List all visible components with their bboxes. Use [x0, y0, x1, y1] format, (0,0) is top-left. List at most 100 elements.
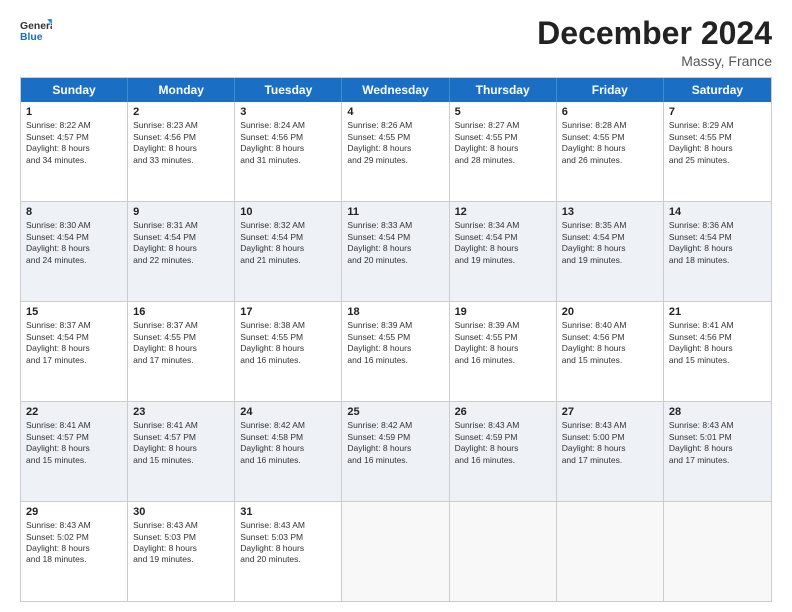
day-number: 29	[26, 506, 122, 518]
day-cell-28: 28 Sunrise: 8:43 AMSunset: 5:01 PMDaylig…	[664, 402, 771, 501]
day-number: 30	[133, 506, 229, 518]
cell-details: Sunrise: 8:40 AMSunset: 4:56 PMDaylight:…	[562, 320, 627, 364]
cell-details: Sunrise: 8:24 AMSunset: 4:56 PMDaylight:…	[240, 120, 305, 164]
day-cell-5: 5 Sunrise: 8:27 AMSunset: 4:55 PMDayligh…	[450, 102, 557, 201]
empty-cell	[557, 502, 664, 601]
day-cell-30: 30 Sunrise: 8:43 AMSunset: 5:03 PMDaylig…	[128, 502, 235, 601]
day-cell-12: 12 Sunrise: 8:34 AMSunset: 4:54 PMDaylig…	[450, 202, 557, 301]
day-cell-4: 4 Sunrise: 8:26 AMSunset: 4:55 PMDayligh…	[342, 102, 449, 201]
cell-details: Sunrise: 8:23 AMSunset: 4:56 PMDaylight:…	[133, 120, 198, 164]
day-cell-1: 1 Sunrise: 8:22 AMSunset: 4:57 PMDayligh…	[21, 102, 128, 201]
svg-text:General: General	[20, 21, 52, 32]
header-saturday: Saturday	[664, 78, 771, 102]
month-title: December 2024	[537, 16, 772, 51]
cell-details: Sunrise: 8:41 AMSunset: 4:56 PMDaylight:…	[669, 320, 734, 364]
day-cell-18: 18 Sunrise: 8:39 AMSunset: 4:55 PMDaylig…	[342, 302, 449, 401]
cell-details: Sunrise: 8:37 AMSunset: 4:54 PMDaylight:…	[26, 320, 91, 364]
day-cell-21: 21 Sunrise: 8:41 AMSunset: 4:56 PMDaylig…	[664, 302, 771, 401]
logo: General Blue	[20, 16, 52, 48]
day-number: 14	[669, 206, 766, 218]
day-cell-3: 3 Sunrise: 8:24 AMSunset: 4:56 PMDayligh…	[235, 102, 342, 201]
week-row-3: 15 Sunrise: 8:37 AMSunset: 4:54 PMDaylig…	[21, 302, 771, 402]
day-number: 21	[669, 306, 766, 318]
day-number: 17	[240, 306, 336, 318]
day-cell-31: 31 Sunrise: 8:43 AMSunset: 5:03 PMDaylig…	[235, 502, 342, 601]
week-row-1: 1 Sunrise: 8:22 AMSunset: 4:57 PMDayligh…	[21, 102, 771, 202]
cell-details: Sunrise: 8:26 AMSunset: 4:55 PMDaylight:…	[347, 120, 412, 164]
day-cell-22: 22 Sunrise: 8:41 AMSunset: 4:57 PMDaylig…	[21, 402, 128, 501]
day-cell-7: 7 Sunrise: 8:29 AMSunset: 4:55 PMDayligh…	[664, 102, 771, 201]
day-number: 20	[562, 306, 658, 318]
day-number: 12	[455, 206, 551, 218]
logo-icon: General Blue	[20, 16, 52, 48]
cell-details: Sunrise: 8:43 AMSunset: 5:01 PMDaylight:…	[669, 420, 734, 464]
empty-cell	[664, 502, 771, 601]
day-number: 1	[26, 106, 122, 118]
header-friday: Friday	[557, 78, 664, 102]
day-number: 11	[347, 206, 443, 218]
day-cell-19: 19 Sunrise: 8:39 AMSunset: 4:55 PMDaylig…	[450, 302, 557, 401]
day-cell-8: 8 Sunrise: 8:30 AMSunset: 4:54 PMDayligh…	[21, 202, 128, 301]
cell-details: Sunrise: 8:39 AMSunset: 4:55 PMDaylight:…	[455, 320, 520, 364]
day-number: 9	[133, 206, 229, 218]
cell-details: Sunrise: 8:43 AMSunset: 5:00 PMDaylight:…	[562, 420, 627, 464]
cell-details: Sunrise: 8:42 AMSunset: 4:58 PMDaylight:…	[240, 420, 305, 464]
cell-details: Sunrise: 8:42 AMSunset: 4:59 PMDaylight:…	[347, 420, 412, 464]
cell-details: Sunrise: 8:41 AMSunset: 4:57 PMDaylight:…	[26, 420, 91, 464]
week-row-4: 22 Sunrise: 8:41 AMSunset: 4:57 PMDaylig…	[21, 402, 771, 502]
day-number: 26	[455, 406, 551, 418]
day-number: 5	[455, 106, 551, 118]
empty-cell	[342, 502, 449, 601]
day-number: 2	[133, 106, 229, 118]
cell-details: Sunrise: 8:38 AMSunset: 4:55 PMDaylight:…	[240, 320, 305, 364]
location: Massy, France	[537, 53, 772, 69]
day-cell-24: 24 Sunrise: 8:42 AMSunset: 4:58 PMDaylig…	[235, 402, 342, 501]
week-row-2: 8 Sunrise: 8:30 AMSunset: 4:54 PMDayligh…	[21, 202, 771, 302]
cell-details: Sunrise: 8:33 AMSunset: 4:54 PMDaylight:…	[347, 220, 412, 264]
cell-details: Sunrise: 8:41 AMSunset: 4:57 PMDaylight:…	[133, 420, 198, 464]
cell-details: Sunrise: 8:29 AMSunset: 4:55 PMDaylight:…	[669, 120, 734, 164]
calendar: Sunday Monday Tuesday Wednesday Thursday…	[20, 77, 772, 602]
cell-details: Sunrise: 8:22 AMSunset: 4:57 PMDaylight:…	[26, 120, 91, 164]
header-monday: Monday	[128, 78, 235, 102]
day-number: 23	[133, 406, 229, 418]
day-cell-27: 27 Sunrise: 8:43 AMSunset: 5:00 PMDaylig…	[557, 402, 664, 501]
day-cell-2: 2 Sunrise: 8:23 AMSunset: 4:56 PMDayligh…	[128, 102, 235, 201]
day-number: 24	[240, 406, 336, 418]
cell-details: Sunrise: 8:27 AMSunset: 4:55 PMDaylight:…	[455, 120, 520, 164]
day-number: 25	[347, 406, 443, 418]
day-number: 8	[26, 206, 122, 218]
day-cell-13: 13 Sunrise: 8:35 AMSunset: 4:54 PMDaylig…	[557, 202, 664, 301]
day-cell-6: 6 Sunrise: 8:28 AMSunset: 4:55 PMDayligh…	[557, 102, 664, 201]
day-number: 28	[669, 406, 766, 418]
cell-details: Sunrise: 8:30 AMSunset: 4:54 PMDaylight:…	[26, 220, 91, 264]
week-row-5: 29 Sunrise: 8:43 AMSunset: 5:02 PMDaylig…	[21, 502, 771, 601]
cell-details: Sunrise: 8:39 AMSunset: 4:55 PMDaylight:…	[347, 320, 412, 364]
cell-details: Sunrise: 8:28 AMSunset: 4:55 PMDaylight:…	[562, 120, 627, 164]
header-wednesday: Wednesday	[342, 78, 449, 102]
day-cell-16: 16 Sunrise: 8:37 AMSunset: 4:55 PMDaylig…	[128, 302, 235, 401]
day-number: 15	[26, 306, 122, 318]
empty-cell	[450, 502, 557, 601]
day-cell-26: 26 Sunrise: 8:43 AMSunset: 4:59 PMDaylig…	[450, 402, 557, 501]
day-cell-10: 10 Sunrise: 8:32 AMSunset: 4:54 PMDaylig…	[235, 202, 342, 301]
day-number: 31	[240, 506, 336, 518]
header-sunday: Sunday	[21, 78, 128, 102]
svg-text:Blue: Blue	[20, 32, 43, 43]
cell-details: Sunrise: 8:35 AMSunset: 4:54 PMDaylight:…	[562, 220, 627, 264]
day-cell-29: 29 Sunrise: 8:43 AMSunset: 5:02 PMDaylig…	[21, 502, 128, 601]
day-cell-20: 20 Sunrise: 8:40 AMSunset: 4:56 PMDaylig…	[557, 302, 664, 401]
day-number: 19	[455, 306, 551, 318]
cell-details: Sunrise: 8:34 AMSunset: 4:54 PMDaylight:…	[455, 220, 520, 264]
day-cell-17: 17 Sunrise: 8:38 AMSunset: 4:55 PMDaylig…	[235, 302, 342, 401]
day-cell-25: 25 Sunrise: 8:42 AMSunset: 4:59 PMDaylig…	[342, 402, 449, 501]
day-number: 10	[240, 206, 336, 218]
cell-details: Sunrise: 8:36 AMSunset: 4:54 PMDaylight:…	[669, 220, 734, 264]
day-cell-14: 14 Sunrise: 8:36 AMSunset: 4:54 PMDaylig…	[664, 202, 771, 301]
title-block: December 2024 Massy, France	[537, 16, 772, 69]
calendar-header: Sunday Monday Tuesday Wednesday Thursday…	[21, 78, 771, 102]
cell-details: Sunrise: 8:31 AMSunset: 4:54 PMDaylight:…	[133, 220, 198, 264]
cell-details: Sunrise: 8:32 AMSunset: 4:54 PMDaylight:…	[240, 220, 305, 264]
header-thursday: Thursday	[450, 78, 557, 102]
day-number: 13	[562, 206, 658, 218]
